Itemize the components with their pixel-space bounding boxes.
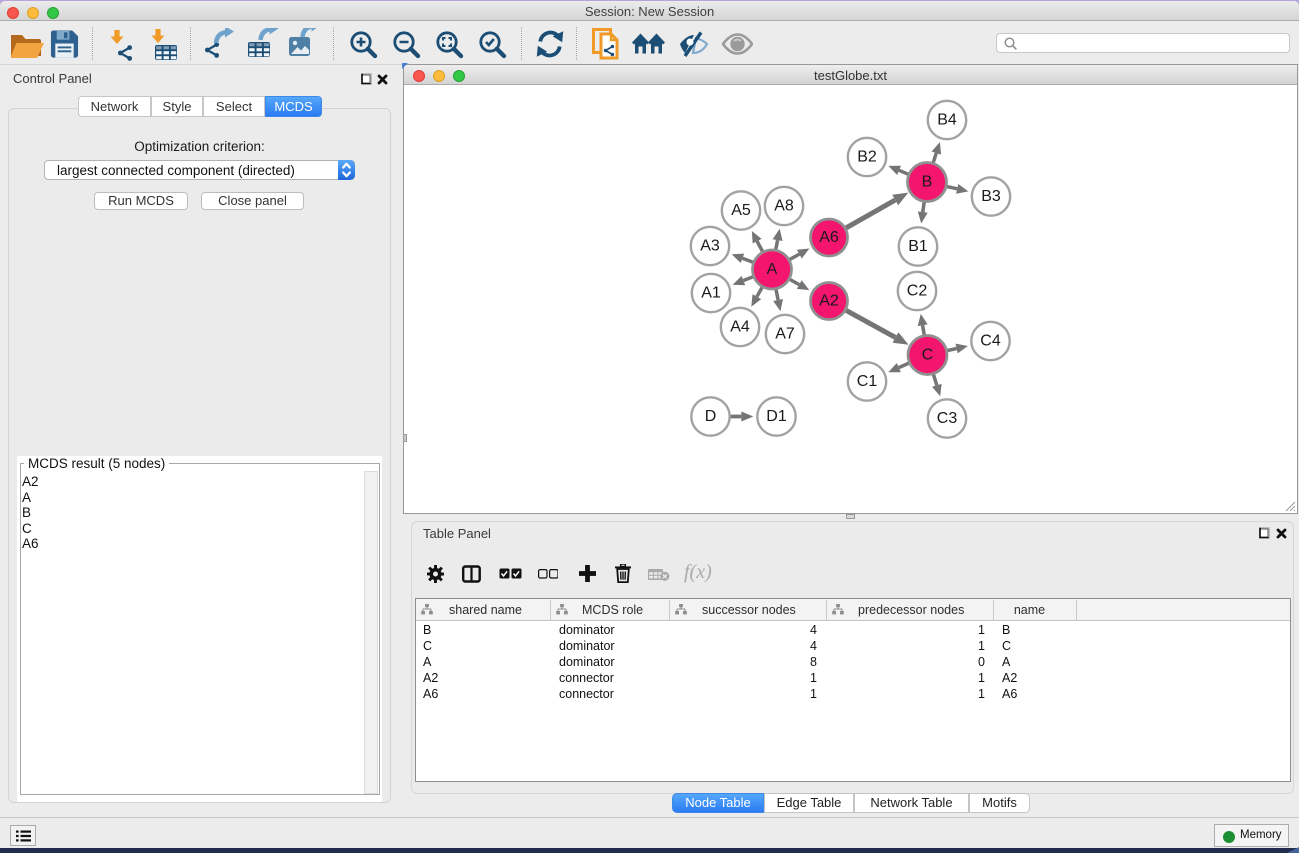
svg-text:B: B <box>922 174 933 191</box>
svg-text:A1: A1 <box>701 285 721 302</box>
svg-text:A8: A8 <box>774 198 794 215</box>
svg-text:C3: C3 <box>937 410 958 427</box>
svg-text:A4: A4 <box>730 319 750 336</box>
svg-text:A3: A3 <box>700 238 720 255</box>
svg-text:A5: A5 <box>731 202 751 219</box>
svg-text:A: A <box>767 261 778 278</box>
svg-text:C2: C2 <box>907 283 928 300</box>
svg-text:C: C <box>922 347 934 364</box>
svg-text:D1: D1 <box>766 408 787 425</box>
svg-text:D: D <box>705 408 717 425</box>
svg-text:A7: A7 <box>775 326 795 343</box>
svg-text:C4: C4 <box>980 333 1001 350</box>
svg-text:B3: B3 <box>981 188 1001 205</box>
svg-text:C1: C1 <box>857 373 878 390</box>
svg-text:A2: A2 <box>819 293 839 310</box>
svg-text:B1: B1 <box>908 238 928 255</box>
svg-text:B4: B4 <box>937 112 957 129</box>
svg-text:B2: B2 <box>857 149 877 166</box>
svg-text:A6: A6 <box>819 229 839 246</box>
